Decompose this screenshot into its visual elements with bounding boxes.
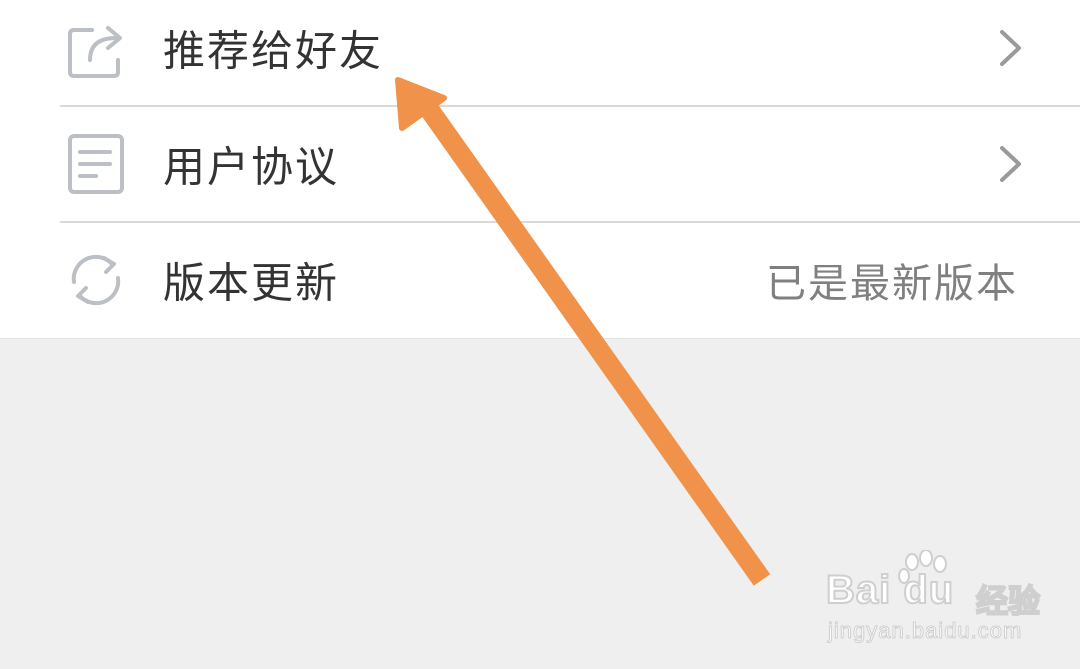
settings-list: 推荐给好友 用户协议 版本更新 已是最新版本: [0, 0, 1080, 339]
watermark-brand: Bai du: [825, 567, 955, 613]
watermark-product: 经验: [975, 581, 1041, 621]
settings-item-recommend[interactable]: 推荐给好友: [0, 0, 1080, 106]
chevron-right-icon: [1000, 146, 1021, 182]
version-status-text: 已是最新版本: [766, 261, 1018, 307]
share-icon: [68, 26, 122, 78]
chevron-right-icon: [1000, 30, 1021, 66]
settings-item-label: 推荐给好友: [163, 26, 384, 76]
settings-item-label: 用户协议: [163, 142, 340, 192]
document-icon: [68, 134, 124, 194]
baidu-watermark: Bai du 经验 jingyan.baidu.com: [825, 550, 1041, 650]
refresh-icon: [71, 254, 121, 306]
settings-item-version-update[interactable]: 版本更新 已是最新版本: [0, 222, 1080, 338]
watermark-url: jingyan.baidu.com: [827, 618, 1023, 644]
settings-item-label: 版本更新: [163, 258, 340, 308]
settings-item-user-agreement[interactable]: 用户协议: [0, 106, 1080, 222]
